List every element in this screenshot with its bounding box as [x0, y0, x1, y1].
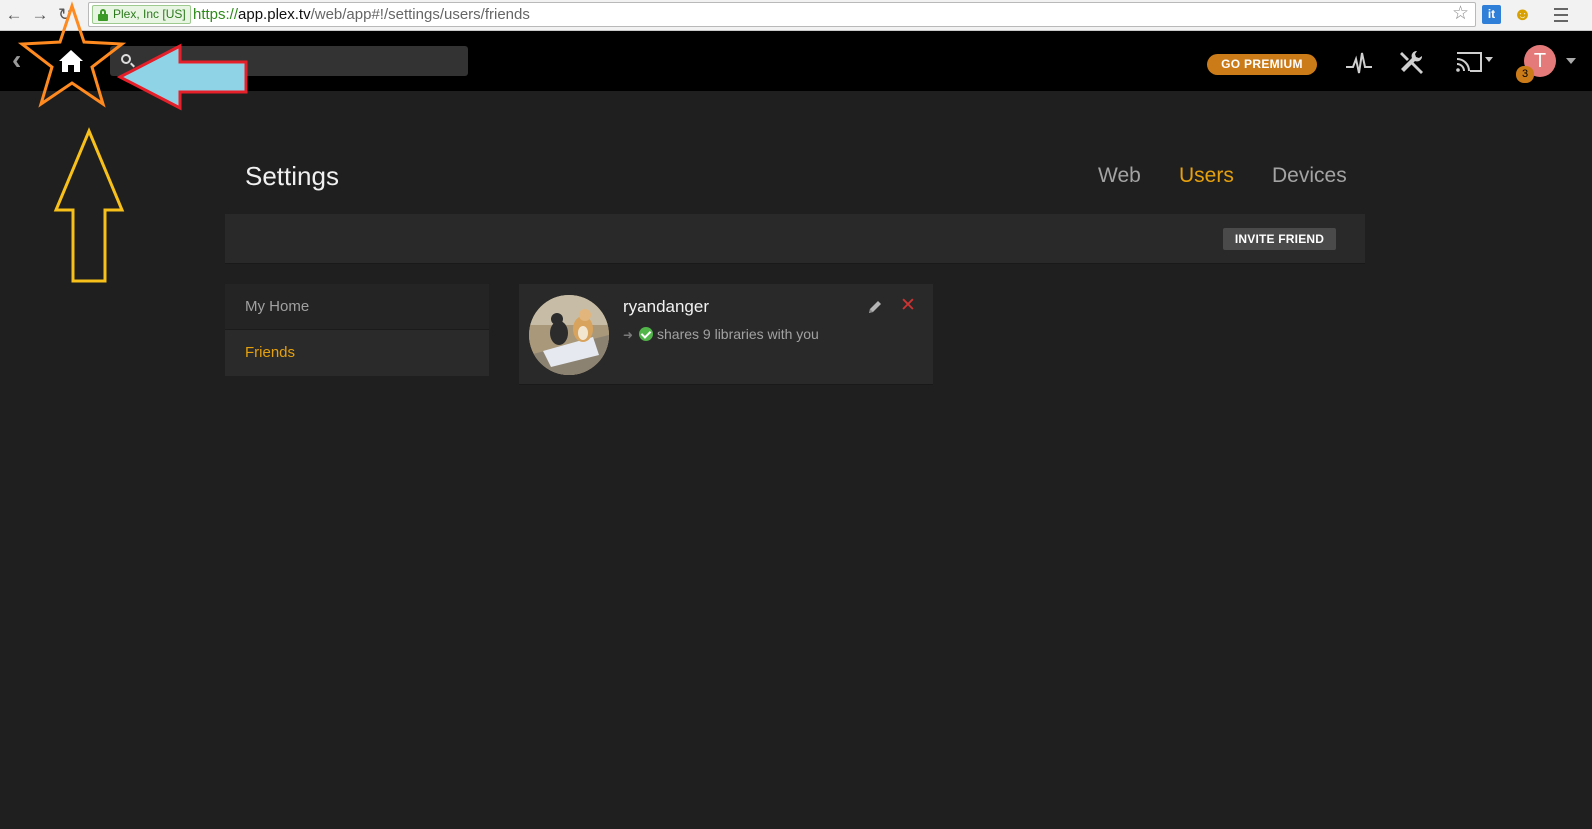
url-scheme: https://	[193, 6, 239, 23]
url-text[interactable]: https://app.plex.tv/web/app#!/settings/u…	[193, 6, 530, 24]
browser-forward-icon[interactable]: →	[30, 5, 50, 25]
side-menu-friends[interactable]: Friends	[225, 330, 489, 376]
friend-avatar	[529, 295, 609, 375]
chevron-down-icon[interactable]	[1566, 58, 1576, 64]
friend-photo	[529, 295, 609, 375]
url-host: app.plex.tv	[238, 6, 311, 23]
plex-topbar: ‹ GO PREMIUM T 3	[0, 31, 1592, 91]
emoji-extension-icon[interactable]: ☻	[1512, 4, 1533, 25]
tab-users[interactable]: Users	[1179, 160, 1234, 192]
friend-name: ryandanger	[623, 297, 710, 316]
browser-menu-icon[interactable]	[1546, 4, 1576, 26]
users-side-menu: My Home Friends	[225, 284, 489, 376]
settings-tools-icon[interactable]	[1397, 48, 1425, 76]
friend-card[interactable]: ryandanger ➜ shares 9 libraries with you …	[519, 284, 933, 385]
go-premium-button[interactable]: GO PREMIUM	[1207, 54, 1317, 75]
bookmark-star-icon[interactable]: ☆	[1452, 4, 1469, 24]
annotation-arrow-up	[53, 127, 125, 283]
lock-icon	[98, 9, 108, 21]
home-icon[interactable]	[56, 46, 86, 76]
side-menu-my-home[interactable]: My Home	[225, 284, 489, 330]
browser-chrome: ← → ↻ Plex, Inc [US] https://app.plex.tv…	[0, 0, 1592, 31]
secure-label: Plex, Inc [US]	[113, 7, 186, 21]
share-arrow-icon: ➜	[623, 328, 634, 342]
browser-back-icon[interactable]: ←	[4, 5, 24, 25]
share-status: ➜ shares 9 libraries with you	[623, 326, 819, 342]
secure-badge[interactable]: Plex, Inc [US]	[92, 5, 191, 24]
check-circle-icon	[639, 327, 653, 341]
share-text: shares 9 libraries with you	[657, 326, 819, 342]
tab-devices[interactable]: Devices	[1272, 160, 1347, 192]
reload-icon[interactable]: ↻	[58, 5, 78, 25]
tab-web[interactable]: Web	[1098, 160, 1141, 192]
back-chevron-icon[interactable]: ‹	[12, 45, 21, 75]
extension-it-icon[interactable]: it	[1482, 5, 1501, 24]
remove-friend-icon[interactable]: ✕	[899, 296, 917, 315]
address-bar[interactable]: Plex, Inc [US] https://app.plex.tv/web/a…	[88, 2, 1476, 27]
activity-icon[interactable]	[1345, 49, 1373, 77]
search-box[interactable]	[110, 46, 468, 76]
edit-pencil-icon[interactable]	[866, 298, 884, 316]
invite-friend-button[interactable]: INVITE FRIEND	[1223, 228, 1336, 250]
settings-toolbar: INVITE FRIEND	[225, 214, 1365, 264]
search-input[interactable]	[140, 46, 460, 76]
page-title: Settings	[245, 161, 339, 191]
cast-icon[interactable]	[1454, 49, 1494, 75]
search-icon	[121, 54, 131, 64]
url-path: /web/app#!/settings/users/friends	[310, 6, 530, 23]
notification-badge[interactable]: 3	[1516, 66, 1534, 83]
